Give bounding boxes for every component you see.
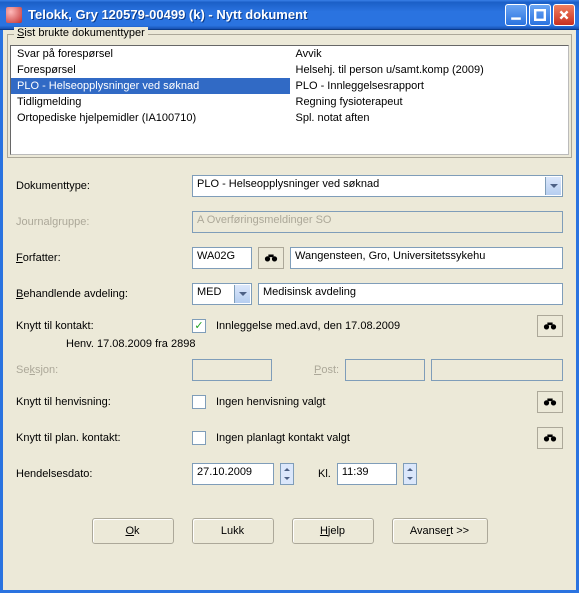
label-hendelsesdato: Hendelsesdato:: [16, 468, 186, 480]
label-journal-group: Journalgruppe:: [16, 216, 186, 228]
binoculars-icon: [543, 396, 557, 408]
label-department: Behandlende avdeling:: [16, 288, 186, 300]
list-item[interactable]: Forespørsel: [11, 62, 290, 78]
recent-types-list[interactable]: Svar på forespørselForespørselPLO - Hels…: [10, 45, 569, 155]
list-item[interactable]: Spl. notat aften: [290, 110, 569, 126]
doc-type-combo[interactable]: PLO - Helseopplysninger ved søknad: [192, 175, 563, 197]
list-item[interactable]: Tidligmelding: [11, 94, 290, 110]
dept-code-combo[interactable]: MED: [192, 283, 252, 305]
chevron-down-icon: [545, 177, 561, 195]
minimize-button[interactable]: [505, 4, 527, 26]
list-item[interactable]: Helsehj. til person u/samt.komp (2009): [290, 62, 569, 78]
henvisning-checkbox[interactable]: [192, 395, 206, 409]
date-spinner[interactable]: [280, 463, 294, 485]
contact-checkbox[interactable]: [192, 319, 206, 333]
hjelp-button[interactable]: Hjelp: [292, 518, 374, 544]
ok-button[interactable]: Ok: [92, 518, 174, 544]
recent-types-label: Sist brukte dokumenttyper: [14, 27, 148, 39]
close-button[interactable]: [553, 4, 575, 26]
date-input[interactable]: 27.10.2009: [192, 463, 274, 485]
binoculars-icon: [543, 432, 557, 444]
label-doc-type: Dokumenttype:: [16, 180, 186, 192]
chevron-down-icon: [234, 285, 250, 303]
henv-text: Henv. 17.08.2009 fra 2898: [16, 338, 563, 350]
binoculars-icon: [264, 252, 278, 264]
dept-name-field: Medisinsk avdeling: [258, 283, 563, 305]
plan-lookup-button[interactable]: [537, 427, 563, 449]
time-input[interactable]: 11:39: [337, 463, 397, 485]
journal-group-field: A Overføringsmeldinger SO: [192, 211, 563, 233]
author-name-field: Wangensteen, Gro, Universitetssykehu: [290, 247, 563, 269]
label-seksjon: Seksjon:: [16, 364, 186, 376]
label-post: Post:: [314, 364, 339, 376]
recent-types-group: Sist brukte dokumenttyper Svar på foresp…: [7, 34, 572, 158]
label-plan-kontakt: Knytt til plan. kontakt:: [16, 432, 186, 444]
contact-text: Innleggelse med.avd, den 17.08.2009: [216, 320, 531, 332]
plan-checkbox[interactable]: [192, 431, 206, 445]
time-spinner[interactable]: [403, 463, 417, 485]
label-henvisning: Knytt til henvisning:: [16, 396, 186, 408]
author-code-input[interactable]: WA02G: [192, 247, 252, 269]
label-author: Forfatter:: [16, 252, 186, 264]
window-title: Telokk, Gry 120579-00499 (k) - Nytt doku…: [28, 7, 505, 22]
lukk-button[interactable]: Lukk: [192, 518, 274, 544]
list-item[interactable]: PLO - Helseopplysninger ved søknad: [11, 78, 290, 94]
binoculars-icon: [543, 320, 557, 332]
doc-type-value: PLO - Helseopplysninger ved søknad: [197, 178, 379, 190]
plan-text: Ingen planlagt kontakt valgt: [216, 432, 531, 444]
app-icon: [6, 7, 22, 23]
seksjon-field: [192, 359, 272, 381]
list-item[interactable]: Svar på forespørsel: [11, 46, 290, 62]
label-kl: Kl.: [318, 468, 331, 480]
client-area: Sist brukte dokumenttyper Svar på foresp…: [0, 30, 579, 593]
author-lookup-button[interactable]: [258, 247, 284, 269]
list-item[interactable]: Avvik: [290, 46, 569, 62]
list-item[interactable]: Ortopediske hjelpemidler (IA100710): [11, 110, 290, 126]
henvisning-text: Ingen henvisning valgt: [216, 396, 531, 408]
titlebar: Telokk, Gry 120579-00499 (k) - Nytt doku…: [0, 0, 579, 30]
list-item[interactable]: PLO - Innleggelsesrapport: [290, 78, 569, 94]
contact-lookup-button[interactable]: [537, 315, 563, 337]
post-code-field: [345, 359, 425, 381]
avansert-button[interactable]: Avansert >>: [392, 518, 488, 544]
post-name-field: [431, 359, 563, 381]
label-contact: Knytt til kontakt:: [16, 320, 186, 332]
maximize-button[interactable]: [529, 4, 551, 26]
henvisning-lookup-button[interactable]: [537, 391, 563, 413]
list-item[interactable]: Regning fysioterapeut: [290, 94, 569, 110]
